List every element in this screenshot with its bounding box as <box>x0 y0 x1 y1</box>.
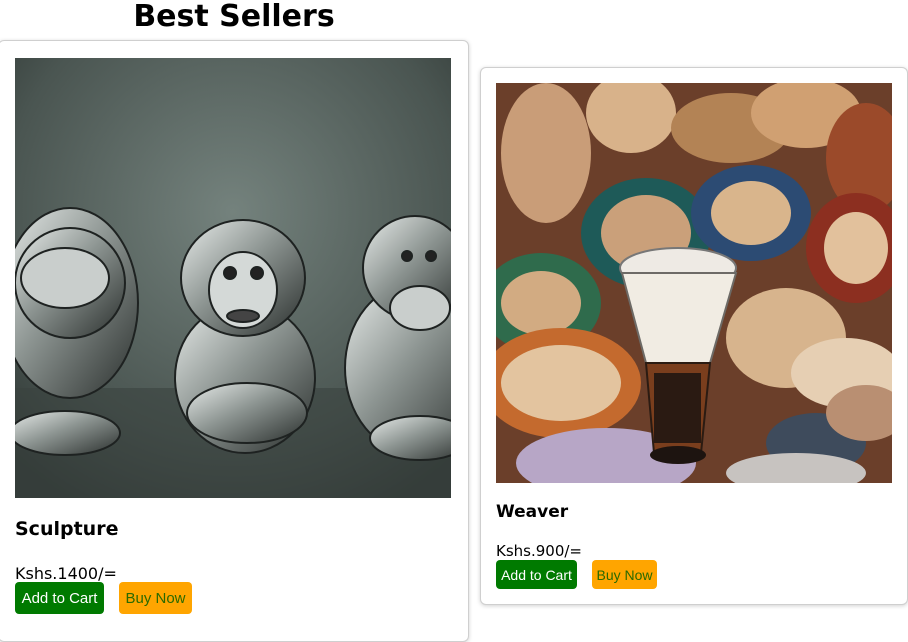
product-name: Weaver <box>496 502 569 522</box>
buy-now-button[interactable]: Buy Now <box>592 560 657 589</box>
add-to-cart-button[interactable]: Add to Cart <box>15 582 104 614</box>
product-name: Sculpture <box>15 518 119 540</box>
sculpture-image <box>15 58 451 498</box>
page-title: Best Sellers <box>133 0 335 34</box>
add-to-cart-button[interactable]: Add to Cart <box>496 560 577 589</box>
product-price: Kshs.900/= <box>496 542 582 560</box>
product-image[interactable] <box>496 83 892 483</box>
buy-now-button[interactable]: Buy Now <box>119 582 192 614</box>
weaver-image <box>496 83 892 483</box>
product-image[interactable] <box>15 58 451 498</box>
product-card: Weaver Kshs.900/= Add to Cart Buy Now <box>480 67 908 605</box>
product-card: Sculpture Kshs.1400/= Add to Cart Buy No… <box>0 40 469 642</box>
product-price: Kshs.1400/= <box>15 564 117 583</box>
